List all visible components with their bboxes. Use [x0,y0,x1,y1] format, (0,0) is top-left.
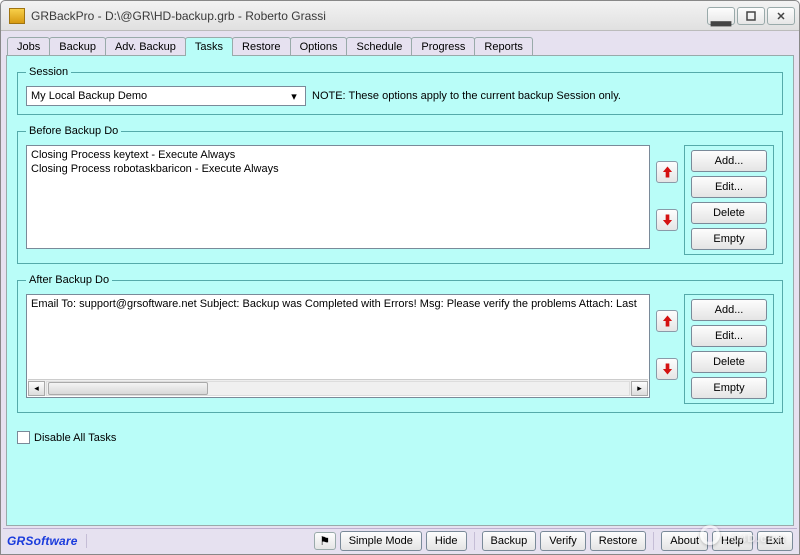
move-down-button[interactable] [656,209,678,231]
client-area: Jobs Backup Adv. Backup Tasks Restore Op… [1,31,799,554]
scroll-left-button[interactable]: ◂ [28,381,45,396]
tab-adv-backup[interactable]: Adv. Backup [105,37,186,56]
delete-button[interactable]: Delete [691,202,767,224]
tab-backup[interactable]: Backup [49,37,106,56]
horizontal-scrollbar[interactable]: ◂ ▸ [28,379,648,396]
chevron-down-icon: ▾ [287,90,301,103]
statusbar: GRSoftware ⚑ Simple Mode Hide Backup Ver… [3,528,797,552]
session-note: NOTE: These options apply to the current… [312,90,621,102]
add-button[interactable]: Add... [691,150,767,172]
flag-icon[interactable]: ⚑ [314,532,336,550]
before-backup-group: Before Backup Do Closing Process keytext… [17,125,783,264]
delete-button[interactable]: Delete [691,351,767,373]
tab-options[interactable]: Options [290,37,348,56]
move-up-button[interactable] [656,310,678,332]
before-backup-legend: Before Backup Do [26,125,121,137]
tab-page-tasks: Session My Local Backup Demo ▾ NOTE: The… [6,55,794,526]
restore-button[interactable]: Restore [590,531,647,551]
empty-button[interactable]: Empty [691,228,767,250]
exit-button[interactable]: Exit [757,531,793,551]
tab-jobs[interactable]: Jobs [7,37,50,56]
list-item[interactable]: Email To: support@grsoftware.net Subject… [31,297,645,311]
after-task-list[interactable]: Email To: support@grsoftware.net Subject… [26,294,650,398]
session-legend: Session [26,66,71,78]
about-button[interactable]: About [661,531,708,551]
after-backup-group: After Backup Do Email To: support@grsoft… [17,274,783,413]
minimize-button[interactable] [707,7,735,25]
close-button[interactable] [767,7,795,25]
session-select[interactable]: My Local Backup Demo ▾ [26,86,306,106]
before-task-list[interactable]: Closing Process keytext - Execute Always… [26,145,650,249]
window-title: GRBackPro - D:\@GR\HD-backup.grb - Rober… [31,9,707,23]
tab-progress[interactable]: Progress [411,37,475,56]
reorder-controls-before [656,145,678,231]
session-selected-value: My Local Backup Demo [31,90,147,102]
move-up-button[interactable] [656,161,678,183]
tab-schedule[interactable]: Schedule [346,37,412,56]
move-down-button[interactable] [656,358,678,380]
after-backup-legend: After Backup Do [26,274,112,286]
edit-button[interactable]: Edit... [691,325,767,347]
app-icon [9,8,25,24]
disable-all-row: Disable All Tasks [17,431,783,444]
empty-button[interactable]: Empty [691,377,767,399]
before-action-buttons: Add... Edit... Delete Empty [684,145,774,255]
list-item[interactable]: Closing Process keytext - Execute Always [31,148,645,162]
tabstrip: Jobs Backup Adv. Backup Tasks Restore Op… [3,33,797,55]
window-control-group [707,7,795,25]
reorder-controls-after [656,294,678,380]
list-item[interactable]: Closing Process robotaskbaricon - Execut… [31,162,645,176]
brand-label: GRSoftware [7,534,87,548]
simple-mode-button[interactable]: Simple Mode [340,531,422,551]
scrollbar-track[interactable] [46,381,630,396]
scrollbar-thumb[interactable] [48,382,208,395]
after-action-buttons: Add... Edit... Delete Empty [684,294,774,404]
tab-restore[interactable]: Restore [232,37,291,56]
hide-button[interactable]: Hide [426,531,467,551]
titlebar[interactable]: GRBackPro - D:\@GR\HD-backup.grb - Rober… [1,1,799,31]
maximize-button[interactable] [737,7,765,25]
app-window: GRBackPro - D:\@GR\HD-backup.grb - Rober… [0,0,800,555]
tab-reports[interactable]: Reports [474,37,533,56]
verify-button[interactable]: Verify [540,531,586,551]
scroll-right-button[interactable]: ▸ [631,381,648,396]
tab-tasks[interactable]: Tasks [185,37,233,56]
help-button[interactable]: Help [712,531,753,551]
disable-all-label: Disable All Tasks [34,432,116,444]
edit-button[interactable]: Edit... [691,176,767,198]
session-group: Session My Local Backup Demo ▾ NOTE: The… [17,66,783,115]
backup-button[interactable]: Backup [482,531,537,551]
disable-all-checkbox[interactable] [17,431,30,444]
add-button[interactable]: Add... [691,299,767,321]
